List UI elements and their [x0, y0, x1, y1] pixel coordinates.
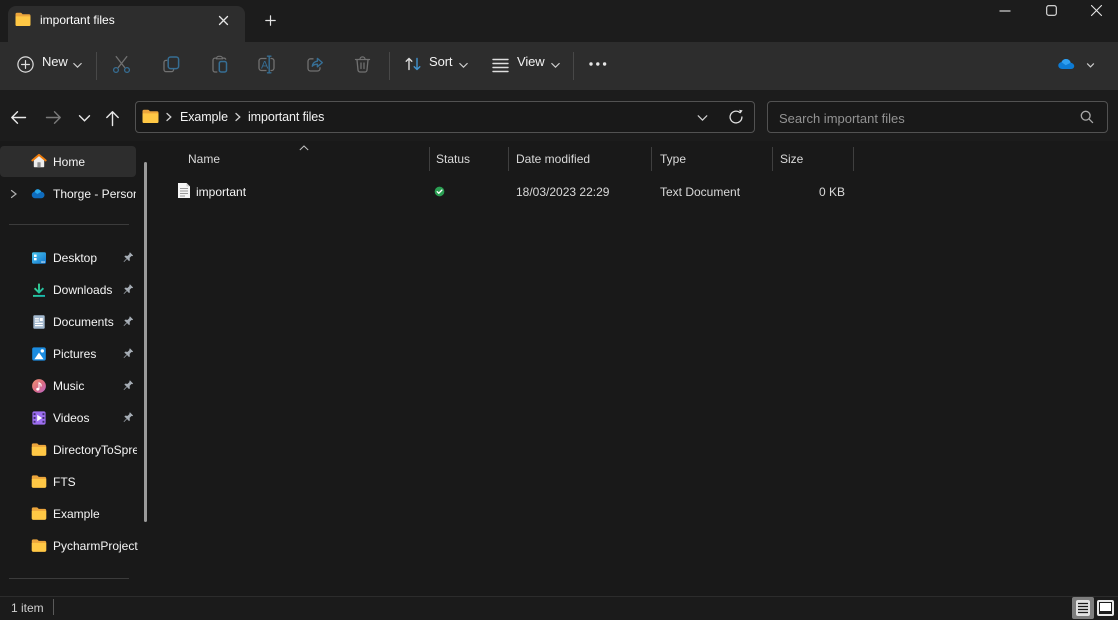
svg-text:A: A — [261, 59, 269, 71]
